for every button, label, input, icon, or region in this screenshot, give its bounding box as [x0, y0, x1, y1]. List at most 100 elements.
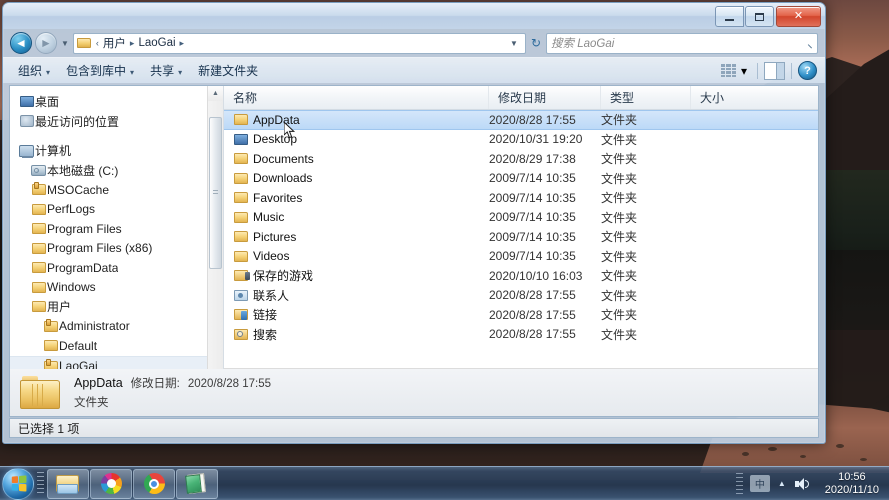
column-header-size[interactable]: 大小 — [691, 86, 818, 109]
refresh-icon[interactable]: ↻ — [529, 36, 543, 50]
title-bar[interactable]: ✕ — [3, 3, 825, 29]
organize-label: 组织 — [18, 64, 43, 78]
new-folder-button[interactable]: 新建文件夹 — [191, 59, 267, 82]
tree-item-perflogs[interactable]: PerfLogs — [10, 200, 223, 220]
file-date-cell: 2020/8/28 17:55 — [489, 327, 576, 342]
tree-item-label: 桌面 — [35, 95, 60, 110]
taskbar-button-windows-explorer[interactable] — [47, 468, 89, 499]
wallpaper-detail — [768, 447, 777, 451]
tree-item-label: Windows — [47, 280, 96, 295]
tree-item-computer[interactable]: 计算机 — [10, 141, 223, 161]
desktop-folder-icon — [233, 133, 248, 145]
details-line-1: AppData 修改日期: 2020/8/28 17:55 — [74, 375, 271, 391]
breadcrumb-leading-separator[interactable]: ‹ — [94, 38, 101, 48]
tree-item-programdata[interactable]: ProgramData — [10, 258, 223, 278]
file-type-cell: 文件夹 — [601, 308, 638, 323]
include-in-library-button[interactable]: 包含到库中 ▾ — [59, 59, 143, 82]
tray-grip[interactable] — [735, 472, 743, 495]
tree-item-windows[interactable]: Windows — [10, 278, 223, 298]
tree-item-desktop[interactable]: 桌面 — [10, 92, 223, 112]
explorer-window[interactable]: ✕ ◄ ► ▼ ‹ 用户 ▸ LaoGai ▸ ▼ ↻ 搜索 LaoGai 组织… — [2, 2, 826, 444]
preview-pane-button[interactable] — [764, 61, 785, 80]
tree-item-administrator[interactable]: Administrator — [10, 317, 223, 337]
minimize-icon — [725, 18, 734, 21]
tree-item-users[interactable]: 用户 — [10, 297, 223, 317]
nav-pane-scrollbar[interactable]: ▲ ▼ — [207, 86, 223, 386]
show-hidden-icons-button[interactable]: ▲ — [778, 479, 786, 488]
table-row[interactable]: Downloads 2009/7/14 10:35 文件夹 — [224, 169, 818, 189]
breadcrumb: ‹ 用户 ▸ LaoGai ▸ — [94, 34, 186, 52]
help-icon: ? — [804, 64, 811, 77]
table-row[interactable]: 链接 2020/8/28 17:55 文件夹 — [224, 305, 818, 325]
table-row[interactable]: 搜索 2020/8/28 17:55 文件夹 — [224, 325, 818, 345]
table-row[interactable]: 联系人 2020/8/28 17:55 文件夹 — [224, 286, 818, 306]
navigation-pane[interactable]: 桌面 最近访问的位置 计算机 本地磁盘 (C:) MSOCache PerfLo… — [10, 86, 224, 386]
file-list-pane[interactable]: 名称 修改日期 类型 大小 AppData 2020/8/28 17:55 文件… — [224, 86, 818, 386]
start-button[interactable] — [2, 467, 34, 500]
address-bar[interactable]: ‹ 用户 ▸ LaoGai ▸ ▼ — [72, 32, 526, 54]
minimize-button[interactable] — [715, 6, 744, 27]
organize-menu-button[interactable]: 组织 ▾ — [11, 59, 59, 82]
tree-item-label: Default — [59, 338, 98, 353]
taskbar[interactable]: 中 ▲ 10:56 2020/11/10 — [0, 466, 889, 500]
tree-item-recent-places[interactable]: 最近访问的位置 — [10, 112, 223, 132]
table-row[interactable]: Pictures 2009/7/14 10:35 文件夹 — [224, 227, 818, 247]
scroll-up-arrow-icon[interactable]: ▲ — [208, 86, 223, 101]
computer-icon — [18, 144, 35, 158]
table-row[interactable]: Videos 2009/7/14 10:35 文件夹 — [224, 247, 818, 267]
volume-icon[interactable] — [794, 477, 809, 491]
breadcrumb-item-users[interactable]: 用户 — [101, 34, 128, 52]
table-row[interactable]: Music 2009/7/14 10:35 文件夹 — [224, 208, 818, 228]
taskbar-button-browser-360[interactable] — [90, 468, 132, 499]
tree-item-program-files[interactable]: Program Files — [10, 219, 223, 239]
search-input[interactable]: 搜索 LaoGai — [546, 32, 818, 54]
taskbar-button-notes-app[interactable] — [176, 468, 218, 499]
taskbar-grip[interactable] — [37, 471, 44, 496]
tree-item-label: Program Files — [47, 221, 122, 236]
file-name: Downloads — [253, 171, 313, 186]
windows-logo-icon — [11, 475, 26, 492]
breadcrumb-item-laogai[interactable]: LaoGai — [136, 36, 177, 50]
details-pane[interactable]: AppData 修改日期: 2020/8/28 17:55 文件夹 — [9, 369, 819, 417]
folder-icon — [233, 211, 248, 223]
table-row[interactable]: Desktop 2020/10/31 19:20 文件夹 — [224, 130, 818, 150]
details-modified-value: 2020/8/28 17:55 — [187, 378, 271, 390]
maximize-button[interactable] — [745, 6, 774, 27]
back-button[interactable]: ◄ — [10, 32, 32, 54]
tree-item-label: Administrator — [59, 319, 130, 334]
forward-button[interactable]: ► — [35, 32, 57, 54]
file-date-cell: 2020/8/28 17:55 — [489, 307, 576, 322]
tree-item-default[interactable]: Default — [10, 336, 223, 356]
column-header-date-modified[interactable]: 修改日期 — [489, 86, 601, 109]
include-in-library-label: 包含到库中 — [66, 64, 127, 78]
chevron-down-icon[interactable]: ▼ — [506, 39, 522, 48]
taskbar-button-google-chrome[interactable] — [133, 468, 175, 499]
close-button[interactable]: ✕ — [776, 6, 821, 27]
table-row[interactable]: Documents 2020/8/29 17:38 文件夹 — [224, 149, 818, 169]
table-row[interactable]: AppData 2020/8/28 17:55 文件夹 — [224, 110, 818, 130]
change-view-button[interactable]: ▾ — [717, 62, 751, 80]
tree-item-msocache[interactable]: MSOCache — [10, 180, 223, 200]
file-name-cell: 保存的游戏 — [224, 267, 489, 284]
column-header-type[interactable]: 类型 — [601, 86, 691, 109]
file-name-cell: AppData — [224, 113, 489, 127]
forward-arrow-icon: ► — [40, 36, 52, 50]
table-row[interactable]: 保存的游戏 2020/10/10 16:03 文件夹 — [224, 266, 818, 286]
file-name: 链接 — [253, 308, 278, 323]
help-button[interactable]: ? — [798, 61, 817, 80]
column-header-name[interactable]: 名称 — [224, 86, 489, 109]
clock[interactable]: 10:56 2020/11/10 — [819, 471, 885, 497]
details-modified-label: 修改日期: — [130, 378, 180, 390]
nav-scrollbar-thumb[interactable] — [209, 117, 222, 269]
file-type-cell: 文件夹 — [601, 171, 638, 186]
tree-item-program-files-x86[interactable]: Program Files (x86) — [10, 239, 223, 259]
chevron-right-icon[interactable]: ▸ — [128, 38, 137, 49]
language-indicator[interactable]: 中 — [749, 475, 770, 492]
table-row[interactable]: Favorites 2009/7/14 10:35 文件夹 — [224, 188, 818, 208]
tree-item-local-disk-c[interactable]: 本地磁盘 (C:) — [10, 161, 223, 181]
chevron-right-icon[interactable]: ▸ — [178, 38, 187, 49]
recent-locations-button[interactable]: ▼ — [60, 39, 70, 48]
share-with-button[interactable]: 共享 ▾ — [143, 59, 191, 82]
file-date-cell: 2009/7/14 10:35 — [489, 249, 576, 264]
links-icon — [233, 309, 248, 321]
